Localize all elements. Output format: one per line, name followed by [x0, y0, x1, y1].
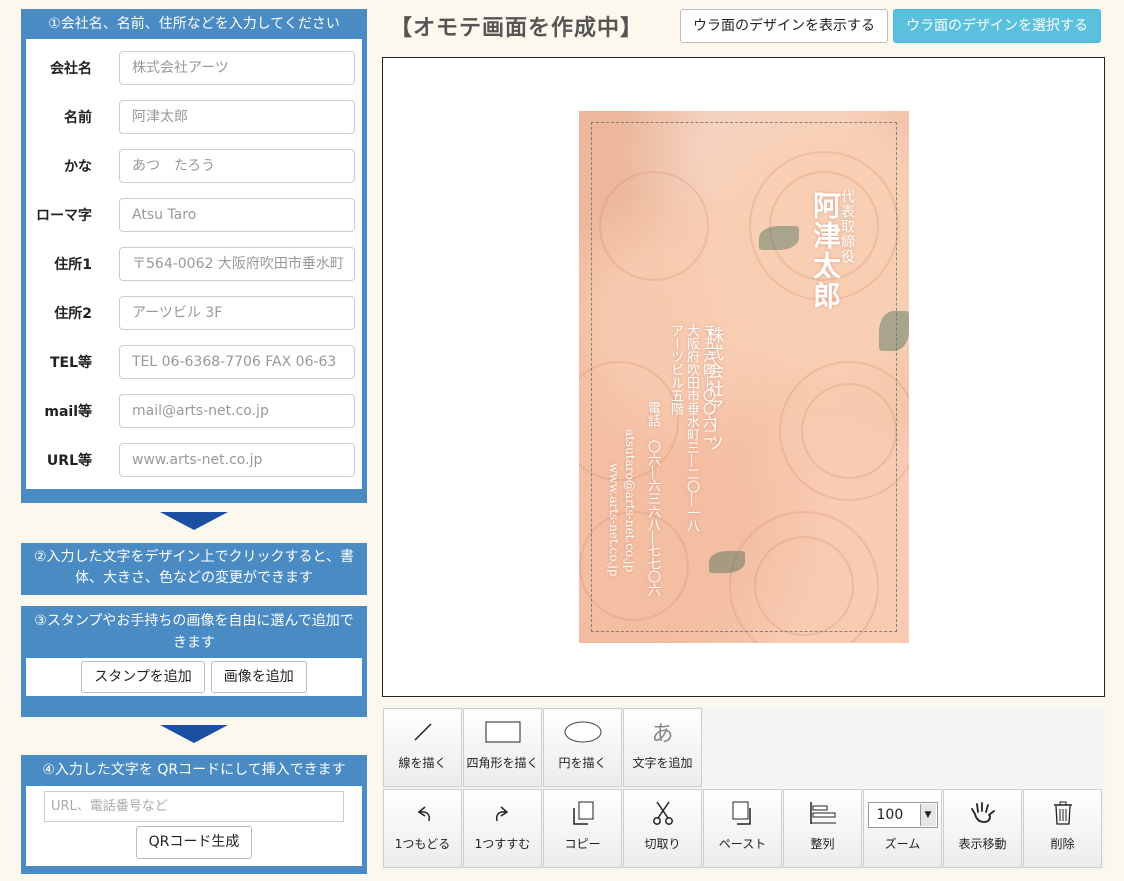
scissors-icon: [624, 790, 701, 836]
field-row-company: 会社名 株式会社アーツ: [26, 43, 362, 92]
step1-panel: ①会社名、名前、住所などを入力してください 会社名 株式会社アーツ 名前 阿津太…: [21, 9, 367, 503]
address2-label: 住所2: [54, 305, 92, 322]
step1-title: ①会社名、名前、住所などを入力してください: [48, 16, 340, 32]
zoom-value: 100: [876, 807, 904, 823]
romaji-input[interactable]: Atsu Taro: [119, 197, 355, 232]
step4-panel: ④入力した文字を QRコードにして挿入できます URL、電話番号など QRコード…: [21, 755, 367, 874]
url-input[interactable]: www.arts-net.co.jp: [119, 442, 355, 477]
company-label: 会社名: [50, 60, 92, 77]
step3-buttons: スタンプを追加 画像を追加: [26, 658, 362, 696]
add-image-button[interactable]: 画像を追加: [210, 661, 307, 693]
redo-label: 1つすすむ: [474, 837, 531, 851]
cut-label: 切取り: [644, 837, 681, 851]
tel-input[interactable]: TEL 06-6368-7706 FAX 06-63: [119, 344, 355, 379]
address2-input[interactable]: アーツビル 3F: [119, 295, 355, 330]
step4-title: ④入力した文字を QRコードにして挿入できます: [42, 762, 346, 778]
trash-icon: [1024, 790, 1101, 836]
align-button[interactable]: 整列: [783, 789, 862, 868]
pan-label: 表示移動: [958, 837, 1007, 851]
page-title: 【オモテ画面を作成中】: [390, 16, 644, 41]
redo-button[interactable]: 1つすすむ: [463, 789, 542, 868]
delete-button[interactable]: 削除: [1023, 789, 1102, 868]
draw-rect-label: 四角形を描く: [466, 756, 539, 770]
field-row-address2: 住所2 アーツビル 3F: [26, 288, 362, 337]
rectangle-icon: [464, 709, 541, 755]
field-row-url: URL等 www.arts-net.co.jp: [26, 435, 362, 484]
redo-icon: [464, 790, 541, 836]
card-name-text[interactable]: 阿津太郎: [805, 191, 845, 311]
mail-input[interactable]: mail@arts-net.co.jp: [119, 393, 355, 428]
card-tel-text[interactable]: 電話 〇六―六三六八―七七〇六: [643, 401, 662, 596]
copy-button[interactable]: コピー: [543, 789, 622, 868]
ellipse-icon: [544, 709, 621, 755]
design-canvas[interactable]: 代表取締役 阿津太郎 株式会社アーツ 〒五六四―〇〇六二 大阪府吹田市垂水町三―…: [382, 57, 1105, 697]
company-input[interactable]: 株式会社アーツ: [119, 50, 355, 85]
paste-button[interactable]: ペースト: [703, 789, 782, 868]
add-text-label: 文字を追加: [632, 756, 693, 770]
name-input[interactable]: 阿津太郎: [119, 99, 355, 134]
input-form: 会社名 株式会社アーツ 名前 阿津太郎 かな あつ たろう ローマ字 Atsu …: [26, 39, 362, 489]
copy-icon: [544, 790, 621, 836]
undo-label: 1つもどる: [394, 837, 451, 851]
paste-label: ペースト: [718, 837, 767, 851]
kana-label: かな: [64, 158, 92, 175]
down-arrow-icon: [160, 725, 228, 743]
draw-rect-button[interactable]: 四角形を描く: [463, 708, 542, 787]
draw-circle-button[interactable]: 円を描く: [543, 708, 622, 787]
step3-panel: ③スタンプやお手持ちの画像を自由に選んで追加できます スタンプを追加 画像を追加: [21, 606, 367, 717]
cut-button[interactable]: 切取り: [623, 789, 702, 868]
draw-circle-label: 円を描く: [558, 756, 607, 770]
chevron-down-icon[interactable]: ▼: [919, 804, 936, 826]
select-back-design-button[interactable]: ウラ面のデザインを選択する: [893, 9, 1101, 43]
field-row-kana: かな あつ たろう: [26, 141, 362, 190]
address1-label: 住所1: [54, 256, 92, 273]
undo-button[interactable]: 1つもどる: [383, 789, 462, 868]
name-label: 名前: [64, 109, 92, 126]
copy-label: コピー: [564, 837, 601, 851]
qr-input[interactable]: URL、電話番号など: [44, 791, 344, 822]
business-card[interactable]: 代表取締役 阿津太郎 株式会社アーツ 〒五六四―〇〇六二 大阪府吹田市垂水町三―…: [579, 111, 909, 643]
field-row-romaji: ローマ字 Atsu Taro: [26, 190, 362, 239]
editor-toolbar: 線を描く 四角形を描く 円を描く あ 文字を追加 1つもどる 1つすすむ コピー: [382, 707, 1105, 870]
qr-form: URL、電話番号など QRコード生成: [26, 786, 362, 866]
add-text-button[interactable]: あ 文字を追加: [623, 708, 702, 787]
paste-icon: [704, 790, 781, 836]
down-arrow-icon: [160, 512, 228, 530]
qr-generate-button[interactable]: QRコード生成: [136, 826, 252, 859]
step3-title: ③スタンプやお手持ちの画像を自由に選んで追加できます: [34, 613, 354, 651]
show-back-design-button[interactable]: ウラ面のデザインを表示する: [680, 9, 888, 43]
line-icon: [384, 709, 461, 755]
step2-panel: ②入力した文字をデザイン上でクリックすると、書体、大きさ、色などの変更ができます: [21, 543, 367, 595]
url-label: URL等: [46, 452, 92, 469]
card-mail-text[interactable]: atsutaro@arts-net.co.jp: [623, 429, 637, 572]
card-url-text[interactable]: www.arts-net.co.jp: [607, 463, 621, 577]
field-row-address1: 住所1 〒564-0062 大阪府吹田市垂水町: [26, 239, 362, 288]
add-stamp-button[interactable]: スタンプを追加: [81, 661, 205, 693]
hand-icon: [944, 790, 1021, 836]
zoom-select[interactable]: 100 ▼: [867, 802, 938, 828]
address1-input[interactable]: 〒564-0062 大阪府吹田市垂水町: [119, 246, 355, 281]
romaji-label: ローマ字: [36, 207, 92, 224]
step2-title: ②入力した文字をデザイン上でクリックすると、書体、大きさ、色などの変更ができます: [34, 549, 354, 586]
draw-line-label: 線を描く: [398, 756, 447, 770]
align-label: 整列: [810, 837, 835, 851]
field-row-tel: TEL等 TEL 06-6368-7706 FAX 06-63: [26, 337, 362, 386]
tel-label: TEL等: [49, 354, 92, 371]
mail-label: mail等: [44, 403, 92, 420]
draw-line-button[interactable]: 線を描く: [383, 708, 462, 787]
undo-icon: [384, 790, 461, 836]
text-icon: あ: [651, 722, 674, 747]
pan-button[interactable]: 表示移動: [943, 789, 1022, 868]
kana-input[interactable]: あつ たろう: [119, 148, 355, 183]
card-address-text[interactable]: 〒五六四―〇〇六二 大阪府吹田市垂水町三―二〇―一八 アーツビル五階: [667, 324, 715, 532]
field-row-name: 名前 阿津太郎: [26, 92, 362, 141]
field-row-mail: mail等 mail@arts-net.co.jp: [26, 386, 362, 435]
zoom-label: ズーム: [884, 837, 921, 851]
zoom-control: 100 ▼ ズーム: [863, 789, 942, 868]
align-icon: [784, 790, 861, 836]
delete-label: 削除: [1050, 837, 1075, 851]
